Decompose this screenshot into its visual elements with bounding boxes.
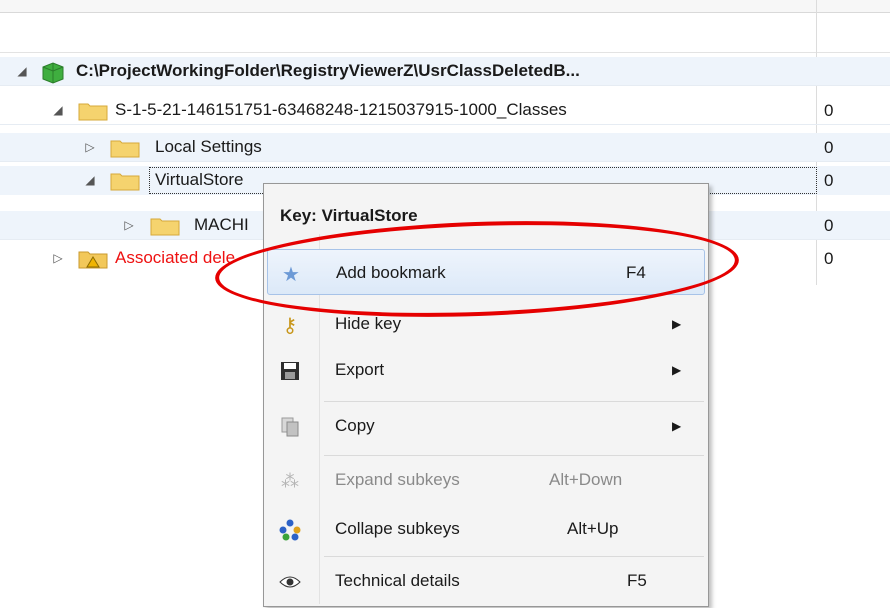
hive-icon xyxy=(42,62,64,84)
warning-folder-icon xyxy=(78,251,108,269)
tree-row[interactable]: ▷ Local Settings 0 xyxy=(0,133,890,162)
eye-icon xyxy=(277,569,303,595)
root-path-label: C:\ProjectWorkingFolder\RegistryViewerZ\… xyxy=(76,61,580,80)
folder-icon xyxy=(150,218,180,236)
expand-subkeys-icon: ⁂ xyxy=(281,470,299,491)
header-gap xyxy=(0,12,890,53)
menu-item-export[interactable]: Export ▶ xyxy=(267,347,705,393)
tree-row-value: 0 xyxy=(824,138,834,157)
key-icon: ⚷ xyxy=(282,314,298,337)
submenu-arrow-icon: ▶ xyxy=(672,317,682,331)
copy-icon xyxy=(277,414,303,440)
tree-row-value: 0 xyxy=(824,216,834,235)
collapse-subkeys-icon xyxy=(277,517,303,543)
expand-arrow-icon[interactable]: ▷ xyxy=(83,140,97,154)
menu-item-technical-details[interactable]: Technical details F5 xyxy=(267,558,705,604)
folder-icon xyxy=(78,103,108,121)
context-menu-title: Key: VirtualStore xyxy=(280,206,418,225)
menu-item-collapse-subkeys[interactable]: Collape subkeys Alt+Up xyxy=(267,506,705,552)
menu-item-copy[interactable]: Copy ▶ xyxy=(267,403,705,449)
tree-row-label: S-1-5-21-146151751-63468248-1215037915-1… xyxy=(115,100,567,119)
collapse-arrow-icon[interactable]: ◢ xyxy=(83,173,97,187)
tree-row-label: MACHI xyxy=(194,215,249,234)
collapse-arrow-icon[interactable]: ◢ xyxy=(51,103,65,117)
submenu-arrow-icon: ▶ xyxy=(672,419,682,433)
tree-root-row[interactable]: ◢ C:\ProjectWorkingFolder\RegistryViewer… xyxy=(0,57,890,86)
tree-row-value: 0 xyxy=(824,249,834,268)
expand-arrow-icon[interactable]: ▷ xyxy=(51,251,65,265)
collapse-arrow-icon[interactable]: ◢ xyxy=(15,64,29,78)
expand-arrow-icon[interactable]: ▷ xyxy=(122,218,136,232)
tree-row-value: 0 xyxy=(824,171,834,190)
folder-icon xyxy=(110,140,140,158)
folder-icon xyxy=(110,173,140,191)
submenu-arrow-icon: ▶ xyxy=(672,363,682,377)
tree-row-label: Associated dele xyxy=(115,248,236,267)
tree-row[interactable]: ◢ S-1-5-21-146151751-63468248-1215037915… xyxy=(0,96,890,125)
tree-row-value: 0 xyxy=(824,101,834,120)
menu-item-expand-subkeys: ⁂ Expand subkeys Alt+Down xyxy=(267,457,705,503)
save-icon xyxy=(277,358,303,384)
tree-row-label: Local Settings xyxy=(155,137,262,156)
